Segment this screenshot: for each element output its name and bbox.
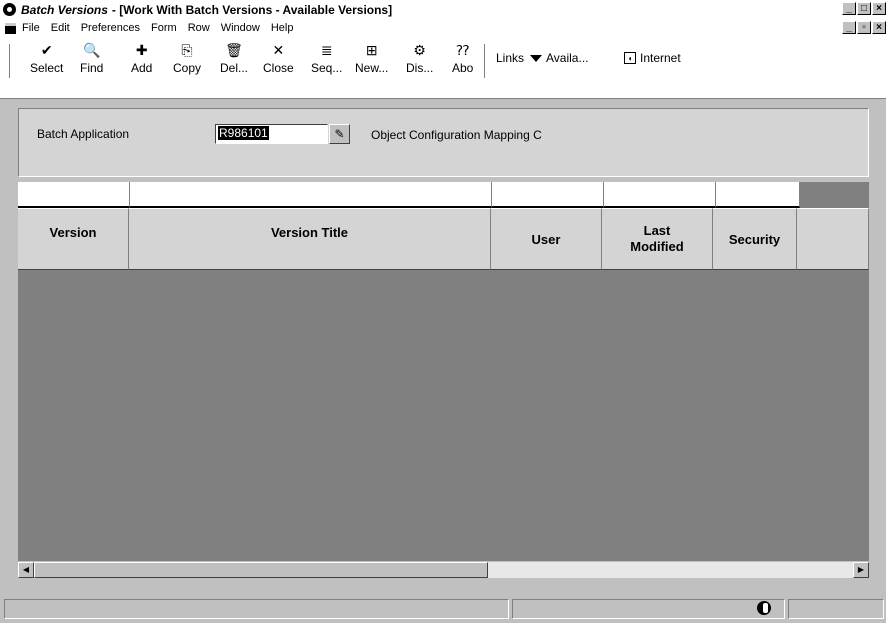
- delete-button[interactable]: 🗑 Del...: [220, 42, 249, 76]
- column-header-version-title[interactable]: Version Title: [129, 208, 491, 270]
- header-form: Batch Application R986101 ✎ Object Confi…: [18, 108, 869, 177]
- toolbar-grip[interactable]: [9, 44, 14, 78]
- toolbar-separator: [484, 44, 486, 78]
- display-icon: ⚙: [413, 42, 426, 58]
- arrow-right-icon: ▶: [857, 565, 865, 574]
- scroll-thumb[interactable]: [34, 562, 488, 578]
- copy-button[interactable]: ⎘ Copy: [173, 42, 202, 76]
- close-window-button[interactable]: ×: [872, 2, 886, 15]
- delete-label: Del...: [220, 61, 249, 75]
- display-button[interactable]: ⚙ Dis...: [406, 42, 434, 76]
- status-bar: [0, 597, 886, 623]
- copy-label: Copy: [173, 61, 202, 75]
- version-header-label: Version: [49, 225, 97, 240]
- new-label: New...: [355, 61, 389, 75]
- minimize-button[interactable]: _: [842, 2, 856, 15]
- last-modified-header-label: Last Modified: [630, 223, 684, 254]
- find-label: Find: [80, 61, 104, 75]
- user-header-label: User: [531, 231, 561, 247]
- find-button[interactable]: 🔍 Find: [80, 42, 104, 76]
- available-versions-label: Availa...: [546, 51, 589, 65]
- batch-application-label: Batch Application: [37, 127, 130, 141]
- menu-file[interactable]: File: [22, 22, 40, 34]
- qbe-user[interactable]: [492, 182, 604, 208]
- close-button[interactable]: ✕ Close: [263, 42, 294, 76]
- internet-label: Internet: [640, 51, 681, 65]
- menu-row[interactable]: Row: [188, 22, 210, 34]
- doc-close-button[interactable]: ×: [872, 21, 886, 34]
- column-header-version[interactable]: Version: [18, 208, 129, 270]
- menu-edit[interactable]: Edit: [51, 22, 70, 34]
- column-header-last-modified[interactable]: Last Modified: [602, 208, 713, 270]
- menu-help[interactable]: Help: [271, 22, 294, 34]
- status-pane-right: [788, 599, 884, 619]
- links-menu[interactable]: Links Availa...: [496, 51, 588, 65]
- find-icon: 🔍: [82, 42, 101, 58]
- menu-preferences[interactable]: Preferences: [81, 22, 140, 34]
- add-button[interactable]: ✚ Add: [131, 42, 153, 76]
- display-label: Dis...: [406, 61, 434, 75]
- window-title: - [Work With Batch Versions - Available …: [111, 2, 393, 17]
- scroll-left-button[interactable]: ◀: [18, 562, 34, 578]
- add-label: Add: [131, 61, 153, 75]
- batch-application-description: Object Configuration Mapping C: [371, 128, 542, 142]
- menu-bar: File Edit Preferences Form Row Window He…: [0, 19, 886, 37]
- title-bar: Batch Versions - [Work With Batch Versio…: [0, 0, 886, 19]
- visual-assist-button[interactable]: ✎: [329, 124, 350, 144]
- toolbar: ✔ Select 🔍 Find ✚ Add ⎘ Copy 🗑 Del... ✕ …: [0, 37, 886, 99]
- about-button[interactable]: ⁇ Abo: [452, 42, 474, 76]
- app-icon: [3, 3, 16, 16]
- sequence-icon: ≣: [320, 42, 333, 58]
- new-form-icon: ⊞: [365, 42, 378, 58]
- about-icon: ⁇: [456, 42, 470, 58]
- scroll-track[interactable]: [488, 562, 853, 578]
- close-label: Close: [263, 61, 294, 75]
- sequencing-label: Seq...: [311, 61, 343, 75]
- new-button[interactable]: ⊞ New...: [355, 42, 389, 76]
- internet-icon: ◖: [624, 52, 636, 64]
- add-icon: ✚: [135, 42, 148, 58]
- qbe-version[interactable]: [18, 182, 130, 208]
- doc-minimize-button[interactable]: _: [842, 21, 856, 34]
- trash-icon: 🗑: [225, 42, 243, 58]
- qbe-security[interactable]: [716, 182, 800, 208]
- menu-form[interactable]: Form: [151, 22, 177, 34]
- internet-button[interactable]: ◖ Internet: [624, 51, 681, 65]
- doc-restore-button[interactable]: ▫: [857, 21, 871, 34]
- menu-window[interactable]: Window: [221, 22, 260, 34]
- qbe-version-title[interactable]: [130, 182, 492, 208]
- version-title-header-label: Version Title: [270, 225, 349, 240]
- app-title: Batch Versions: [21, 2, 108, 17]
- column-header-user[interactable]: User: [491, 208, 602, 270]
- links-label: Links: [496, 51, 525, 65]
- status-pane-secondary: [512, 599, 785, 619]
- scroll-right-button[interactable]: ▶: [853, 562, 869, 578]
- column-header-security[interactable]: Security: [713, 208, 797, 270]
- status-pane-main: [4, 599, 509, 619]
- checkmark-icon: ✔: [40, 42, 53, 58]
- maximize-button[interactable]: □: [857, 2, 871, 15]
- select-label: Select: [30, 61, 64, 75]
- arrow-left-icon: ◀: [22, 565, 30, 574]
- versions-grid: Version Version Title User Last Modified…: [18, 182, 869, 561]
- visual-assist-icon: ✎: [334, 127, 345, 141]
- grid-body[interactable]: [18, 270, 869, 561]
- security-header-label: Security: [728, 231, 781, 247]
- dropdown-arrow-icon: [530, 55, 543, 63]
- grid-header-row: Version Version Title User Last Modified…: [18, 208, 869, 270]
- about-label: Abo: [452, 61, 474, 75]
- close-icon: ✕: [272, 42, 285, 58]
- document-icon[interactable]: [5, 22, 16, 34]
- copy-icon: ⎘: [181, 42, 193, 58]
- sequencing-button[interactable]: ≣ Seq...: [311, 42, 343, 76]
- select-button[interactable]: ✔ Select: [30, 42, 64, 76]
- batch-application-input[interactable]: R986101: [215, 124, 328, 144]
- horizontal-scrollbar[interactable]: ◀ ▶: [18, 562, 869, 578]
- qbe-last-modified[interactable]: [604, 182, 716, 208]
- query-by-example-row: [18, 182, 800, 208]
- globe-icon: [757, 601, 771, 615]
- column-header-more[interactable]: [797, 208, 869, 270]
- batch-application-value: R986101: [218, 126, 269, 140]
